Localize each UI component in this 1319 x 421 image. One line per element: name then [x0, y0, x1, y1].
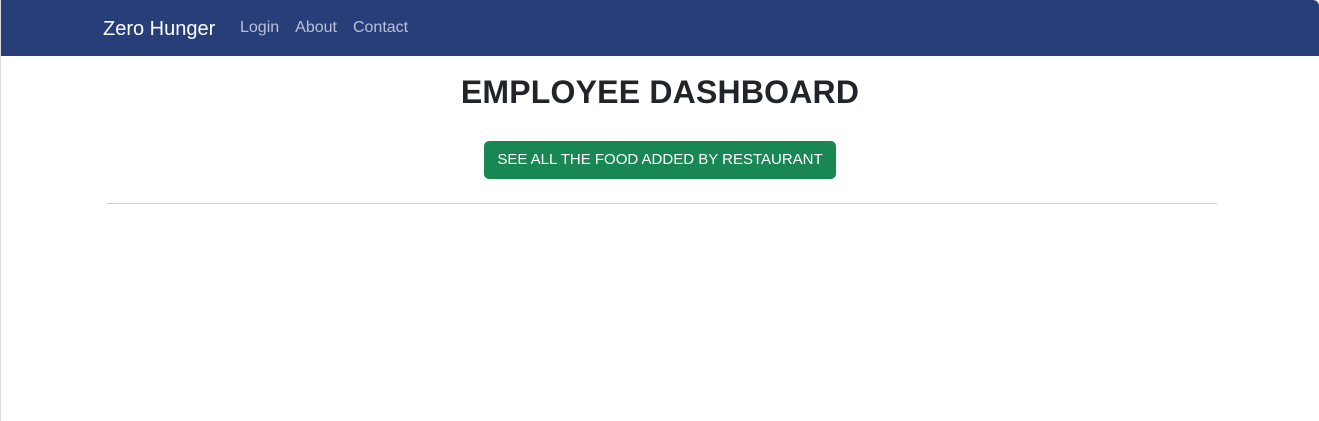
button-container: SEE ALL THE FOOD ADDED BY RESTAURANT — [1, 141, 1319, 179]
nav-link-about[interactable]: About — [295, 18, 337, 38]
top-navbar: Zero Hunger Login About Contact — [1, 0, 1319, 56]
section-divider — [107, 203, 1217, 204]
see-all-food-button[interactable]: SEE ALL THE FOOD ADDED BY RESTAURANT — [484, 141, 836, 179]
brand-link[interactable]: Zero Hunger — [103, 16, 215, 42]
nav-links: Login About Contact — [240, 18, 408, 38]
page-title: EMPLOYEE DASHBOARD — [460, 74, 860, 110]
nav-link-contact[interactable]: Contact — [353, 18, 408, 38]
nav-link-login[interactable]: Login — [240, 18, 279, 38]
page: Zero Hunger Login About Contact EMPLOYEE… — [0, 0, 1319, 421]
